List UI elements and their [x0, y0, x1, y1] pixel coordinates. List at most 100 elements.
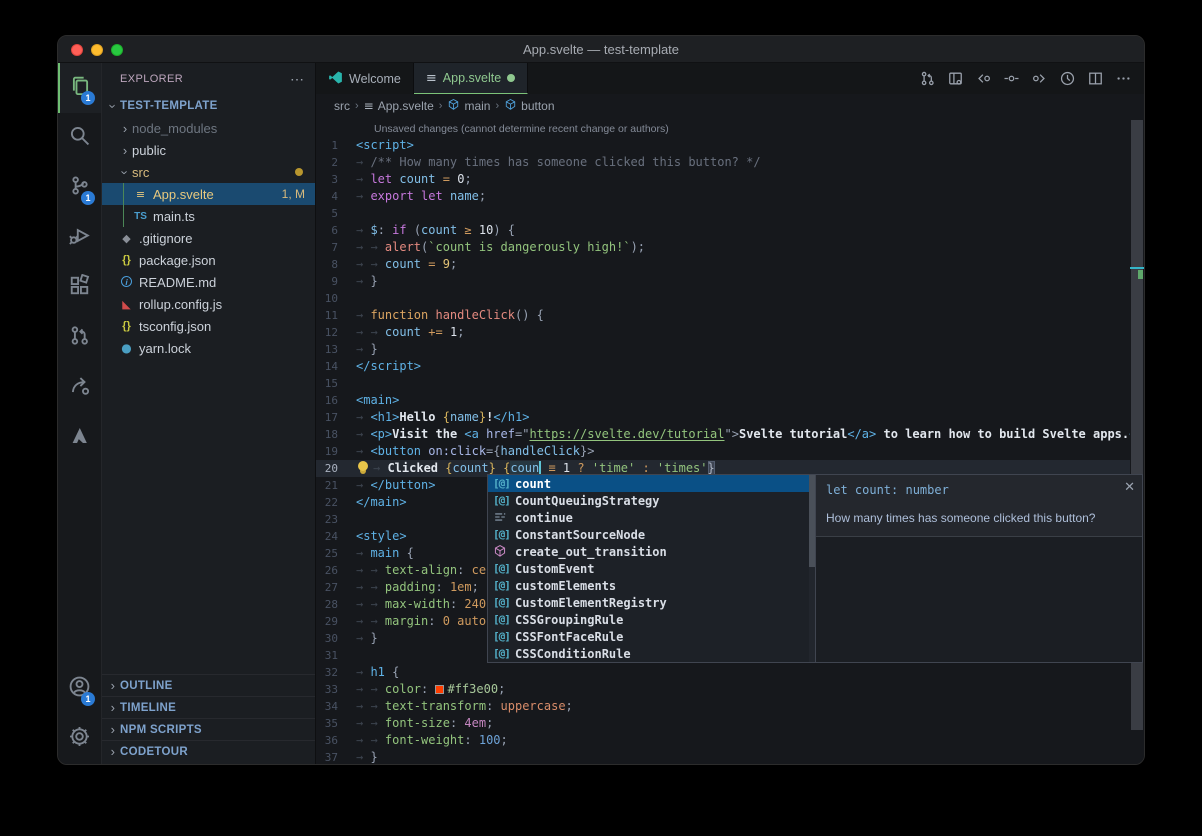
suggestion-cssfontfacerule[interactable]: [@]CSSFontFaceRule — [488, 628, 815, 645]
source-control-graph-icon[interactable] — [917, 68, 938, 89]
suggestion-cssgroupingrule[interactable]: [@]CSSGroupingRule — [488, 611, 815, 628]
previous-change-icon[interactable] — [973, 68, 994, 89]
activity-item-azure[interactable] — [58, 413, 101, 463]
code-line-33[interactable]: 33→ → color: #ff3e00; — [316, 681, 1144, 698]
workspace-root-folder[interactable]: › TEST-TEMPLATE — [102, 95, 315, 117]
activity-item-github-pull-requests[interactable] — [58, 313, 101, 363]
suggestion-constantsourcenode[interactable]: [@]ConstantSourceNode — [488, 526, 815, 543]
breadcrumb-item-main[interactable]: main — [447, 98, 490, 114]
sidebar-section-npm-scripts[interactable]: ›NPM SCRIPTS — [102, 718, 315, 740]
tree-item-node-modules[interactable]: ›node_modules — [102, 117, 315, 139]
suggestion-customelements[interactable]: [@]customElements — [488, 577, 815, 594]
sidebar-section-codetour[interactable]: ›CODETOUR — [102, 740, 315, 762]
more-actions-icon[interactable] — [1113, 68, 1134, 89]
open-changes-icon[interactable] — [945, 68, 966, 89]
activity-item-extensions[interactable] — [58, 263, 101, 313]
breadcrumb-item-button[interactable]: button — [504, 98, 554, 114]
tree-item-rollup.config.js[interactable]: ◣rollup.config.js — [102, 293, 315, 315]
current-change-icon[interactable] — [1001, 68, 1022, 89]
code-line-32[interactable]: 32→ h1 { — [316, 664, 1144, 681]
activity-item-accounts[interactable]: 1 — [58, 664, 101, 714]
chevron-right-icon: › — [106, 700, 120, 715]
code-editor[interactable]: Unsaved changes (cannot determine recent… — [316, 118, 1144, 764]
code-line-18[interactable]: 18→ <p>Visit the <a href="https://svelte… — [316, 426, 1144, 443]
tree-item-tsconfig.json[interactable]: {}tsconfig.json — [102, 315, 315, 337]
code-line-8[interactable]: 8→ → count = 9; — [316, 256, 1144, 273]
timeline-icon[interactable] — [1057, 68, 1078, 89]
gitlens-annotation: Unsaved changes (cannot determine recent… — [316, 121, 1144, 137]
symbol-cube-icon — [504, 98, 517, 114]
explorer-more-actions-icon[interactable]: ⋯ — [290, 71, 305, 88]
activity-bottom: 1 — [58, 664, 101, 764]
suggestion-customevent[interactable]: [@]CustomEvent — [488, 560, 815, 577]
tree-item-main.ts[interactable]: TSmain.ts — [102, 205, 315, 227]
color-swatch[interactable] — [435, 685, 444, 694]
line-number: 32 — [316, 664, 356, 681]
suggestion-countqueuingstrategy[interactable]: [@]CountQueuingStrategy — [488, 492, 815, 509]
code-line-19[interactable]: 19→ <button on:click={handleClick}> — [316, 443, 1144, 460]
lightbulb-icon[interactable] — [358, 461, 368, 471]
code-line-34[interactable]: 34→ → text-transform: uppercase; — [316, 698, 1144, 715]
tree-item-readme.md[interactable]: iREADME.md — [102, 271, 315, 293]
zoom-window-button[interactable] — [111, 44, 123, 56]
tree-item-yarn.lock[interactable]: ●yarn.lock — [102, 337, 315, 359]
suggestion-count[interactable]: [@]count — [488, 475, 815, 492]
code-line-14[interactable]: 14</script> — [316, 358, 1144, 375]
activity-item-run-debug[interactable] — [58, 213, 101, 263]
split-editor-icon[interactable] — [1085, 68, 1106, 89]
editor-scrollbar[interactable] — [1130, 118, 1144, 764]
sidebar-section-outline[interactable]: ›OUTLINE — [102, 674, 315, 696]
activity-item-search[interactable] — [58, 113, 101, 163]
code-line-4[interactable]: 4→ export let name; — [316, 188, 1144, 205]
tree-item-public[interactable]: ›public — [102, 139, 315, 161]
code-line-16[interactable]: 16<main> — [316, 392, 1144, 409]
code-line-5[interactable]: 5 — [316, 205, 1144, 222]
code-line-2[interactable]: 2→ /** How many times has someone clicke… — [316, 154, 1144, 171]
badge: 1 — [81, 91, 95, 105]
close-window-button[interactable] — [71, 44, 83, 56]
suggestion-cssconditionrule[interactable]: [@]CSSConditionRule — [488, 645, 815, 662]
breadcrumb-item-src[interactable]: src — [334, 99, 350, 113]
code-line-3[interactable]: 3→ let count = 0; — [316, 171, 1144, 188]
tree-item-package.json[interactable]: {}package.json — [102, 249, 315, 271]
suggestion-continue[interactable]: continue — [488, 509, 815, 526]
code-line-15[interactable]: 15 — [316, 375, 1144, 392]
suggestion-customelementregistry[interactable]: [@]CustomElementRegistry — [488, 594, 815, 611]
modified-indicator — [507, 74, 515, 82]
code-line-35[interactable]: 35→ → font-size: 4em; — [316, 715, 1144, 732]
chevron-right-icon: › — [106, 744, 120, 759]
next-change-icon[interactable] — [1029, 68, 1050, 89]
suggestion-create_out_transition[interactable]: create_out_transition — [488, 543, 815, 560]
sidebar-section-timeline[interactable]: ›TIMELINE — [102, 696, 315, 718]
line-number: 26 — [316, 562, 356, 579]
close-icon[interactable]: ✕ — [1124, 479, 1135, 495]
activity-item-live-share[interactable] — [58, 363, 101, 413]
code-line-1[interactable]: 1<script> — [316, 137, 1144, 154]
activity-item-settings[interactable] — [58, 714, 101, 764]
tree-item-app.svelte[interactable]: ≡App.svelte1, M — [102, 183, 315, 205]
code-line-6[interactable]: 6→ $: if (count ≥ 10) { — [316, 222, 1144, 239]
title-bar[interactable]: App.svelte — test-template — [58, 36, 1144, 63]
breadcrumb-item-app-svelte[interactable]: ≡App.svelte — [364, 99, 434, 113]
tab-app-svelte[interactable]: ≡App.svelte — [414, 63, 528, 94]
line-number: 18 — [316, 426, 356, 443]
chevron-right-icon: › — [118, 143, 132, 158]
minimize-window-button[interactable] — [91, 44, 103, 56]
code-line-9[interactable]: 9→ } — [316, 273, 1144, 290]
activity-item-source-control[interactable]: 1 — [58, 163, 101, 213]
code-line-13[interactable]: 13→ } — [316, 341, 1144, 358]
suggest-scrollbar[interactable] — [809, 475, 815, 662]
line-number: 7 — [316, 239, 356, 256]
code-line-10[interactable]: 10 — [316, 290, 1144, 307]
code-line-17[interactable]: 17→ <h1>Hello {name}!</h1> — [316, 409, 1144, 426]
code-line-36[interactable]: 36→ → font-weight: 100; — [316, 732, 1144, 749]
activity-item-explorer[interactable]: 1 — [58, 63, 101, 113]
tab-welcome[interactable]: Welcome — [316, 63, 414, 94]
code-line-7[interactable]: 7→ → alert(`count is dangerously high!`)… — [316, 239, 1144, 256]
code-line-12[interactable]: 12→ → count += 1; — [316, 324, 1144, 341]
tree-item-.gitignore[interactable]: ◆.gitignore — [102, 227, 315, 249]
activity-top: 11 — [58, 63, 101, 463]
code-line-37[interactable]: 37→ } — [316, 749, 1144, 764]
tree-item-src[interactable]: ›src — [102, 161, 315, 183]
code-line-11[interactable]: 11→ function handleClick() { — [316, 307, 1144, 324]
